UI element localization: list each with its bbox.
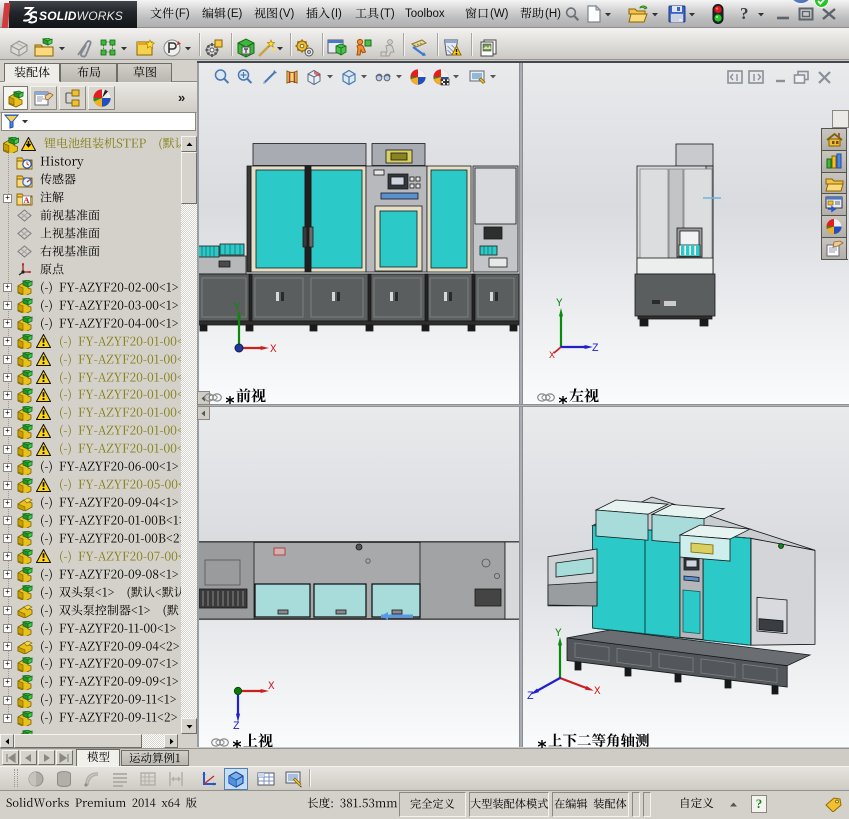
svg-text:X: X <box>268 681 275 693</box>
svg-text:X: X <box>549 351 555 362</box>
svg-text:A: A <box>23 195 30 205</box>
svg-text:Y: Y <box>555 628 562 640</box>
svg-text:Y: Y <box>234 302 241 314</box>
svg-text:X: X <box>594 686 601 698</box>
svg-text:X: X <box>270 344 277 356</box>
svg-text:Z: Z <box>592 343 599 355</box>
svg-text:Z: Z <box>527 691 534 703</box>
svg-text:Y: Y <box>556 298 563 310</box>
svg-text:Z: Z <box>233 721 240 733</box>
